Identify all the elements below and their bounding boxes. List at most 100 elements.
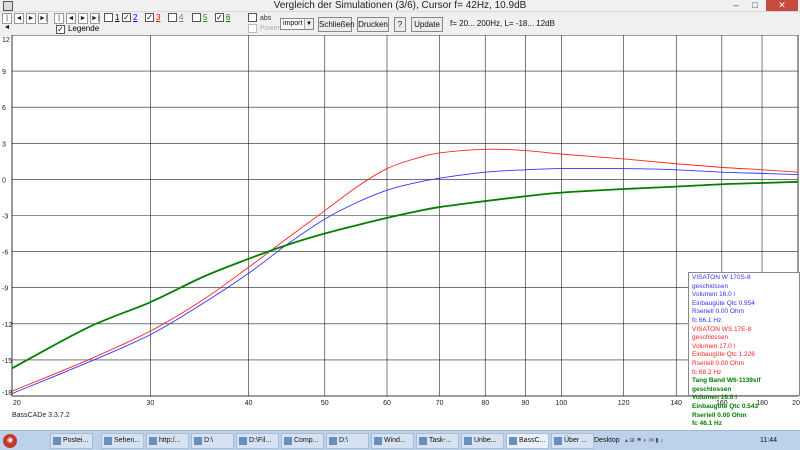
x-tick-label: 40 [245,400,253,407]
legend-line: Volumen 17.0 l [692,342,736,350]
series-4-checkbox[interactable] [168,13,177,22]
update-button[interactable]: Update [411,17,443,32]
taskbar-item[interactable]: Comp... [281,433,324,449]
help-button[interactable]: ? [394,17,406,32]
legend-line: Einbaugüte Qtc 0.954 [692,299,755,307]
frequency-response-plot[interactable]: 2030405060708090100120140160180200129630… [0,35,800,430]
app-icon [509,437,517,445]
legende-checkbox[interactable]: ✓ [56,25,65,34]
taskbar-item[interactable]: D:\ [326,433,369,449]
series-6-checkbox[interactable]: ✓ [215,13,224,22]
import-select[interactable]: import ▼ [280,18,314,30]
series-5-checkbox[interactable] [192,13,201,22]
series-1-label: 1 [115,13,120,22]
toolbar: |◄ ◄ ► ►| |◄ ◄ ► ►| 1✓2✓345✓6 ✓ Legende … [0,12,800,36]
legend-line: fc 68.2 Hz [692,368,722,376]
x-tick-label: 90 [522,400,530,407]
app-icon [419,437,427,445]
app-icon [104,437,112,445]
nav-prev-button-2[interactable]: ◄ [66,13,76,24]
chart-svg[interactable]: 2030405060708090100120140160180200129630… [0,35,800,430]
series-2-checkbox[interactable]: ✓ [122,13,131,22]
abs-label: abs [260,15,272,22]
app-icon [53,437,61,445]
taskbar-item-label: D:\ [339,437,348,444]
x-tick-label: 50 [321,400,329,407]
series-1-checkbox[interactable] [104,13,113,22]
taskbar-item-label: Comp... [294,437,319,444]
series-4-label: 4 [179,13,184,22]
minimize-button[interactable]: – [727,0,745,11]
app-icon [374,437,382,445]
series-3-checkbox[interactable]: ✓ [145,13,154,22]
taskbar-item-label: D:\ [204,437,213,444]
drucken-button[interactable]: Drucken [357,17,389,32]
maximize-button[interactable]: □ [746,0,764,11]
legend-line: fc 66.1 Hz [692,316,722,324]
nav-first-button[interactable]: |◄ [2,13,12,31]
nav-prev-button[interactable]: ◄ [14,13,24,24]
title-bar: Vergleich der Simulationen (3/6), Cursor… [0,0,800,12]
taskbar-item-label: Unbe... [474,437,497,444]
app-icon [194,437,202,445]
window-title: Vergleich der Simulationen (3/6), Cursor… [273,0,527,11]
y-tick-label: 6 [2,105,6,112]
legend-line: fc 46.1 Hz [692,420,722,428]
taskbar-item[interactable]: Task-... [416,433,459,449]
clock: 11:44 [760,437,777,444]
x-tick-label: 80 [481,400,489,407]
taskbar-item-label: Sehen... [114,437,141,444]
y-tick-label: -12 [2,322,12,329]
tray-icons[interactable]: ▴ ⊞ ⚑ ◐ ✉ ▮ ♪ [625,433,663,449]
legend-line: Tang Band W6-1139sif [692,377,761,385]
x-tick-label: 140 [670,400,682,407]
series-2-label: 2 [133,13,138,22]
taskbar: ◉ Postei... Sehen... http:/... D:\ D:\Fil...… [0,430,800,450]
legende-label: Legende [68,24,100,33]
y-tick-label: 3 [2,141,6,148]
y-tick-label: -18 [2,390,12,397]
taskbar-item[interactable]: Sehen... [101,433,144,449]
close-button[interactable]: ✕ [766,0,798,11]
x-tick-label: 60 [383,400,391,407]
taskbar-item-label: D:\Fil... [249,437,272,444]
legend-line: geschlossen [692,282,729,290]
app-icon [239,437,247,445]
legend-line: geschlossen [692,385,732,393]
series-3-label: 3 [156,13,161,22]
app-icon [464,437,472,445]
taskbar-item[interactable]: Über ... [551,433,594,449]
x-tick-label: 30 [147,400,155,407]
schliessen-button[interactable]: Schließen [318,17,355,32]
nav-next-button[interactable]: ► [26,13,36,24]
start-icon[interactable]: ◉ [3,434,17,448]
taskbar-item[interactable]: Wind... [371,433,414,449]
chevron-down-icon[interactable]: ▼ [304,19,313,29]
taskbar-item[interactable]: Unbe... [461,433,504,449]
taskbar-item-label: Wind... [384,437,406,444]
legend-line: VISATON W 170S-8 [692,274,751,281]
nav-next-button-2[interactable]: ► [78,13,88,24]
y-tick-label: -9 [2,286,8,293]
desktop-label[interactable]: Desktop [594,433,620,449]
y-tick-label: -15 [2,358,12,365]
abs-checkbox[interactable] [248,13,257,22]
taskbar-item[interactable]: Postei... [50,433,93,449]
taskbar-item-label: Über ... [564,437,587,444]
legend-line: Rseriell 0.00 Ohm [692,359,745,367]
app-icon [149,437,157,445]
taskbar-item[interactable]: BassC... [506,433,549,449]
power-label: Power [260,25,280,32]
y-tick-label: -6 [2,250,8,257]
taskbar-item[interactable]: D:\Fil... [236,433,279,449]
taskbar-item[interactable]: http:/... [146,433,189,449]
y-tick-label: 0 [2,177,6,184]
nav-first-button-2[interactable]: |◄ [54,13,64,31]
app-icon [284,437,292,445]
taskbar-item[interactable]: D:\ [191,433,234,449]
legend-line: geschlossen [692,334,729,342]
nav-last-button-2[interactable]: ►| [90,13,100,24]
series-5-label: 5 [203,13,208,22]
nav-last-button[interactable]: ►| [38,13,48,24]
x-tick-label: 100 [556,400,568,407]
